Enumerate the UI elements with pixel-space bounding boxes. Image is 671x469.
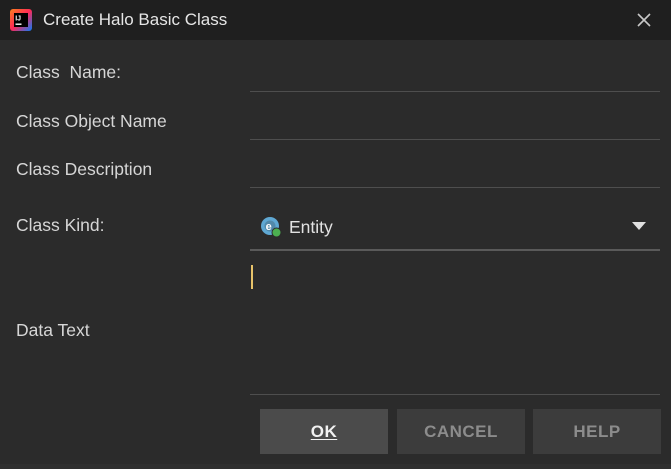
class-object-name-input[interactable] [250,113,660,139]
class-description-input[interactable] [250,161,660,187]
class-description-field-wrapper [250,161,660,188]
help-button-label: HELP [573,421,621,441]
close-button[interactable] [631,7,657,33]
class-name-field-wrapper [250,65,660,92]
help-button[interactable]: HELP [533,409,661,454]
cancel-button[interactable]: CANCEL [397,409,525,454]
create-class-dialog: IJ Create Halo Basic Class Class Name: C… [0,0,671,469]
class-object-name-field-wrapper [250,113,660,140]
dialog-bottom-edge [0,464,671,469]
data-text-label: Data Text [16,320,90,340]
class-kind-dropdown[interactable]: e Entity [250,207,660,251]
intellij-idea-icon: IJ [9,8,33,32]
data-text-area[interactable] [250,256,660,395]
svg-text:IJ: IJ [15,16,21,23]
class-description-label: Class Description [16,159,153,179]
dialog-title: Create Halo Basic Class [43,10,228,29]
chevron-down-icon[interactable] [632,222,646,230]
cancel-button-label: CANCEL [424,421,498,441]
class-kind-value: Entity [289,217,333,237]
text-caret [251,265,253,289]
title-bar: IJ Create Halo Basic Class [0,0,671,40]
ok-button-label: OK [310,421,338,441]
svg-text:e: e [266,221,272,233]
class-object-name-label: Class Object Name [16,111,167,131]
class-name-label: Class Name: [16,62,122,82]
ok-button[interactable]: OK [260,409,388,454]
close-icon [637,13,651,27]
entity-class-icon: e [260,216,282,238]
class-kind-label: Class Kind: [16,215,105,235]
class-name-input[interactable] [250,65,660,91]
